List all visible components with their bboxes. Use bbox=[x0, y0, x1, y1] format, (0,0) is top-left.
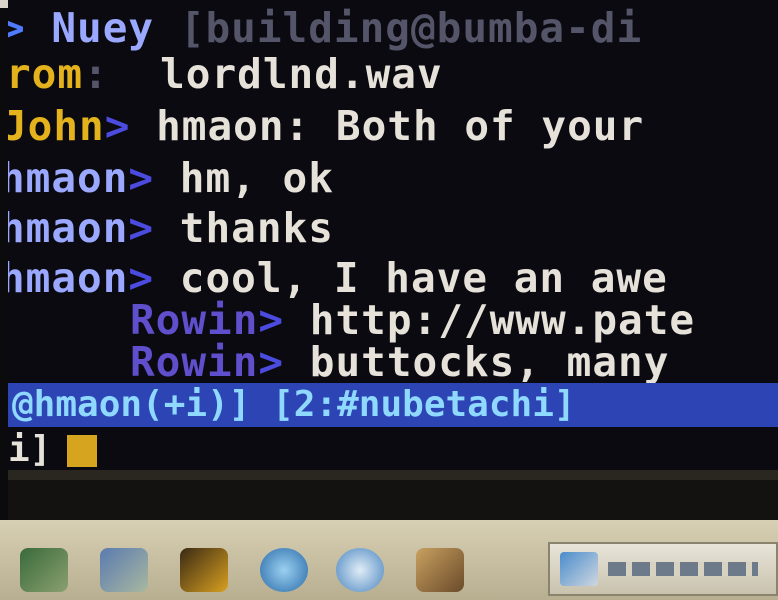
chat-line: Rowin> buttocks, many bbox=[130, 340, 669, 384]
message-text: http://www.pate bbox=[309, 296, 696, 344]
chevron-icon: > bbox=[128, 154, 155, 202]
irc-terminal-window[interactable]: > Nuey [building@bumba-di rom: lordlnd.w… bbox=[8, 0, 778, 505]
chevron-icon: > bbox=[258, 296, 285, 344]
message-text: [building@bumba-di bbox=[179, 4, 643, 52]
message-text: hm, ok bbox=[179, 154, 334, 202]
nick: Nuey bbox=[51, 4, 155, 52]
chat-line: hmaon> cool, I have an awe bbox=[8, 256, 668, 300]
chat-line: John> hmaon: Both of your bbox=[8, 104, 644, 148]
chat-line: Rowin> http://www.pate bbox=[130, 298, 695, 342]
message-text: thanks bbox=[179, 204, 334, 252]
message-text: lordlnd.wav bbox=[160, 50, 443, 98]
chevron-icon: > bbox=[258, 338, 285, 386]
network-icon[interactable] bbox=[336, 548, 384, 592]
window-gap bbox=[8, 480, 778, 520]
chevron-icon: > bbox=[128, 204, 155, 252]
terminal-task-button[interactable] bbox=[548, 542, 778, 596]
message-text: cool, I have an awe bbox=[179, 254, 668, 302]
nick: hmaon bbox=[8, 254, 129, 302]
chat-line: hmaon> thanks bbox=[8, 206, 334, 250]
task-title-blur bbox=[608, 562, 758, 576]
chat-line: hmaon> hm, ok bbox=[8, 156, 334, 200]
chevron-icon: > bbox=[104, 102, 131, 150]
chat-line: rom: lordlnd.wav bbox=[8, 52, 443, 96]
text-cursor bbox=[67, 435, 98, 467]
nick: Rowin bbox=[130, 338, 259, 386]
input-line[interactable]: i] bbox=[8, 429, 98, 470]
irc-client-icon[interactable] bbox=[180, 548, 228, 592]
chevron-icon: > bbox=[128, 254, 155, 302]
nick: John bbox=[8, 102, 105, 150]
folder-icon[interactable] bbox=[100, 548, 148, 592]
nick: hmaon bbox=[8, 154, 129, 202]
globe-icon[interactable] bbox=[260, 548, 308, 592]
window-bottom-border bbox=[8, 470, 778, 480]
nick: rom bbox=[8, 50, 84, 98]
message-text: hmaon: Both of your bbox=[156, 102, 645, 150]
nick: hmaon bbox=[8, 204, 129, 252]
chat-line: > Nuey [building@bumba-di bbox=[8, 6, 642, 50]
message-text: buttocks, many bbox=[309, 338, 670, 386]
nick: Rowin bbox=[130, 296, 259, 344]
pen-icon[interactable] bbox=[416, 548, 464, 592]
status-bar: @hmaon(+i)] [2:#nubetachi] bbox=[8, 383, 778, 427]
terminal-task-icon bbox=[560, 552, 598, 586]
status-user: @hmaon(+i)] bbox=[12, 384, 251, 425]
prompt-label: i] bbox=[8, 429, 52, 470]
separator: : bbox=[83, 50, 109, 98]
chevron-icon: > bbox=[8, 4, 26, 52]
fish-icon[interactable] bbox=[20, 548, 68, 592]
taskbar bbox=[0, 520, 778, 600]
status-window: [2:#nubetachi] bbox=[272, 384, 576, 425]
